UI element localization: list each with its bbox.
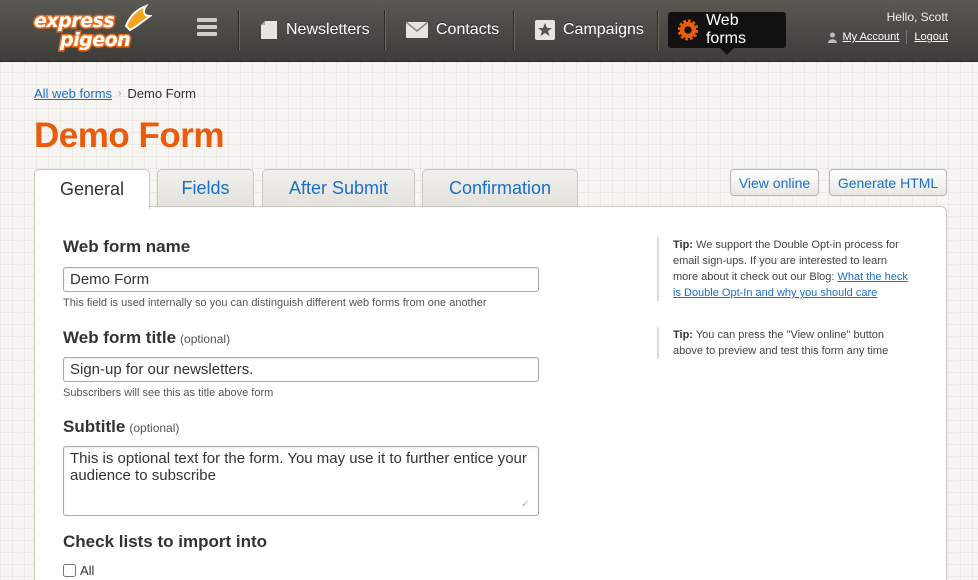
all-lists-checkbox[interactable] bbox=[63, 564, 76, 577]
tip-view-online: Tip: You can press the "View online" but… bbox=[657, 327, 912, 359]
nav-contacts[interactable]: Contacts bbox=[396, 12, 509, 48]
star-icon bbox=[535, 20, 555, 40]
nav-label-newsletters: Newsletters bbox=[286, 21, 370, 38]
tip-text: You can press the "View online" button a… bbox=[673, 329, 889, 357]
nav-campaigns[interactable]: Campaigns bbox=[525, 12, 654, 48]
lists-label: Check lists to import into bbox=[63, 532, 268, 551]
nav-divider bbox=[384, 10, 385, 50]
nav-divider bbox=[657, 10, 658, 50]
tab-confirmation[interactable]: Confirmation bbox=[422, 169, 578, 207]
logout-link[interactable]: Logout bbox=[914, 31, 948, 43]
account-links: My Account Logout bbox=[828, 30, 948, 44]
web-form-name-input[interactable] bbox=[63, 267, 539, 292]
logo-line2: pigeon bbox=[58, 28, 132, 53]
tab-label: Confirmation bbox=[448, 178, 552, 198]
tab-general[interactable]: General bbox=[34, 169, 150, 209]
user-icon bbox=[828, 32, 838, 43]
optional-note: (optional) bbox=[129, 421, 180, 435]
pigeon-icon bbox=[124, 4, 152, 32]
link-divider bbox=[906, 30, 908, 44]
nav-web-forms[interactable]: Web forms bbox=[668, 12, 786, 48]
my-account-link[interactable]: My Account bbox=[842, 31, 899, 43]
nav-divider bbox=[238, 10, 239, 50]
nav-label-contacts: Contacts bbox=[436, 21, 500, 38]
generate-html-button[interactable]: Generate HTML bbox=[829, 169, 947, 196]
page-title: Demo Form bbox=[34, 116, 224, 155]
tab-label: Fields bbox=[181, 178, 230, 198]
gear-icon bbox=[678, 19, 698, 41]
nav-newsletters[interactable]: Newsletters bbox=[250, 12, 380, 48]
all-lists-option[interactable]: All bbox=[63, 563, 94, 578]
web-form-name-help: This field is used internally so you can… bbox=[63, 297, 487, 309]
web-form-title-label: Web form title (optional) bbox=[63, 328, 230, 348]
document-icon bbox=[261, 21, 277, 39]
envelope-icon bbox=[406, 22, 428, 38]
tab-fields[interactable]: Fields bbox=[157, 169, 254, 207]
subtitle-label: Subtitle (optional) bbox=[63, 417, 179, 437]
tip-prefix: Tip: bbox=[673, 329, 693, 341]
web-form-name-label: Web form name bbox=[63, 237, 191, 256]
nav-label-campaigns: Campaigns bbox=[563, 21, 644, 38]
user-greeting: Hello, Scott bbox=[886, 10, 948, 24]
tab-after-submit[interactable]: After Submit bbox=[262, 169, 415, 207]
subtitle-textarea[interactable]: This is optional text for the form. You … bbox=[63, 446, 539, 516]
top-bar: express pigeon Newsletters Contacts Camp… bbox=[0, 0, 978, 62]
spellcheck-icon: ✓ bbox=[521, 499, 530, 510]
nav-divider bbox=[513, 10, 514, 50]
general-settings-panel: Web form name This field is used interna… bbox=[34, 206, 947, 580]
web-form-title-input[interactable] bbox=[63, 357, 539, 382]
label-text: Subtitle bbox=[63, 417, 126, 436]
hamburger-icon[interactable] bbox=[197, 18, 217, 38]
all-lists-label: All bbox=[80, 563, 95, 578]
tip-double-opt-in: Tip: We support the Double Opt-in proces… bbox=[657, 237, 912, 301]
label-text: Web form title bbox=[63, 328, 177, 347]
breadcrumb: All web forms › Demo Form bbox=[34, 86, 196, 101]
tip-prefix: Tip: bbox=[673, 239, 693, 251]
optional-note: (optional) bbox=[180, 332, 231, 346]
chevron-right-icon: › bbox=[118, 88, 122, 99]
active-nav-pointer bbox=[720, 48, 734, 55]
tab-label: After Submit bbox=[288, 178, 389, 198]
tab-label: General bbox=[59, 179, 125, 199]
view-online-button[interactable]: View online bbox=[730, 169, 819, 196]
express-pigeon-logo[interactable]: express pigeon bbox=[32, 4, 152, 56]
nav-label-web-forms: Web forms bbox=[705, 12, 746, 47]
web-form-title-help: Subscribers will see this as title above… bbox=[63, 387, 274, 399]
breadcrumb-current: Demo Form bbox=[127, 86, 196, 101]
breadcrumb-all-web-forms[interactable]: All web forms bbox=[34, 86, 112, 101]
